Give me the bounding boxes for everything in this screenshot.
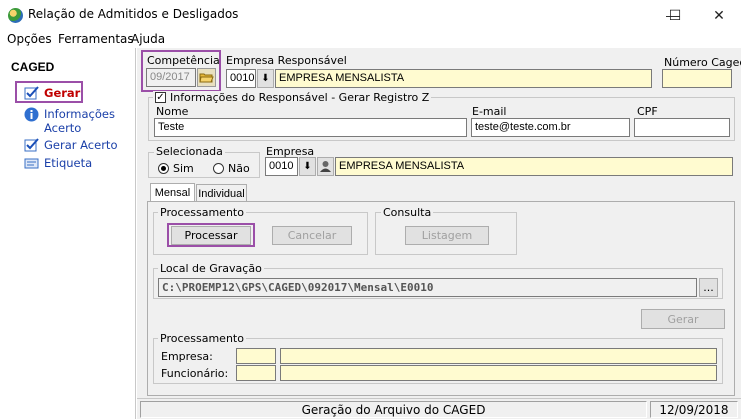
cancelar-button[interactable]: Cancelar: [272, 226, 352, 245]
gerar-button[interactable]: Gerar: [641, 309, 725, 329]
folder-open-icon: [199, 73, 214, 83]
sidebar-item-gerar-acerto[interactable]: Gerar Acerto: [44, 138, 117, 152]
gravacao-label: Local de Gravação: [158, 262, 264, 275]
responsavel-group-header: ✓ Informações do Responsável - Gerar Reg…: [153, 91, 432, 104]
sidebar-item-informacoes-line2[interactable]: Acerto: [44, 121, 81, 135]
funcionario-progress-label: Funcionário:: [161, 367, 229, 380]
consulta-label: Consulta: [381, 206, 434, 219]
menu-opcoes[interactable]: Opções: [7, 32, 52, 46]
empresa-progress-count: [236, 348, 276, 364]
empresa-name-field[interactable]: EMPRESA MENSALISTA: [335, 157, 733, 176]
processamento-label: Processamento: [158, 206, 246, 219]
info-icon: [24, 107, 39, 122]
menu-bar: Opções Ferramentas Ajuda: [0, 30, 741, 48]
selecionada-nao-label: Não: [228, 162, 250, 175]
responsavel-checkbox[interactable]: ✓: [155, 92, 166, 103]
empresa-dropdown[interactable]: ⬇: [299, 157, 316, 176]
cpf-field[interactable]: [634, 118, 730, 137]
empresa-responsavel-dropdown[interactable]: ⬇: [257, 69, 274, 88]
tab-individual[interactable]: Individual: [196, 184, 247, 202]
sidebar-item-gerar[interactable]: Gerar: [44, 86, 80, 100]
download-arrow-icon: ⬇: [261, 73, 270, 84]
competencia-label: Competência: [147, 54, 220, 67]
processamento2-label: Processamento: [158, 332, 246, 345]
sidebar-title: CAGED: [11, 60, 55, 74]
funcionario-progress-count: [236, 365, 276, 381]
funcionario-progress-name: [280, 365, 717, 381]
title-bar: Relação de Admitidos e Desligados — ☐ ✕: [0, 0, 741, 30]
menu-ferramentas[interactable]: Ferramentas: [58, 32, 134, 46]
empresa-responsavel-code[interactable]: 0010: [226, 69, 256, 88]
nome-field[interactable]: Teste: [154, 118, 467, 137]
selecionada-label: Selecionada: [154, 145, 225, 158]
person-search-icon: [320, 161, 331, 172]
checkmark-icon: [24, 86, 39, 100]
email-field[interactable]: teste@teste.com.br: [471, 118, 630, 137]
window-title: Relação de Admitidos e Desligados: [28, 7, 239, 21]
numero-caged-field[interactable]: [662, 69, 732, 88]
menu-ajuda[interactable]: Ajuda: [131, 32, 165, 46]
status-bar: Geração do Arquivo do CAGED 12/09/2018: [137, 398, 741, 419]
listagem-button[interactable]: Listagem: [405, 226, 489, 245]
selecionada-sim-label: Sim: [173, 162, 194, 175]
selecionada-sim-radio[interactable]: [158, 163, 169, 174]
selecionada-nao-radio[interactable]: [213, 163, 224, 174]
status-date: 12/09/2018: [650, 401, 738, 418]
empresa-responsavel-name[interactable]: EMPRESA MENSALISTA: [275, 69, 652, 88]
empresa-responsavel-label: Empresa Responsável: [226, 54, 347, 67]
responsavel-group-title: Informações do Responsável - Gerar Regis…: [170, 91, 430, 104]
sidebar: CAGED Gerar Informações Acerto Gerar Ace…: [0, 48, 136, 419]
empresa-search-button[interactable]: [317, 157, 334, 176]
cpf-label: CPF: [637, 105, 658, 118]
sidebar-item-informacoes[interactable]: Informações: [44, 107, 115, 121]
gravacao-path-field[interactable]: C:\PROEMP12\GPS\CAGED\092017\Mensal\E001…: [158, 278, 697, 297]
checkmark-icon: [24, 138, 39, 152]
sidebar-item-etiqueta[interactable]: Etiqueta: [44, 156, 92, 170]
empresa-code-field[interactable]: 0010: [265, 157, 298, 176]
email-label: E-mail: [472, 105, 507, 118]
empresa-progress-label: Empresa:: [161, 350, 213, 363]
download-arrow-icon: ⬇: [303, 161, 312, 172]
label-icon: [24, 158, 39, 169]
empresa-progress-name: [280, 348, 717, 364]
close-button[interactable]: ✕: [696, 0, 741, 30]
app-icon: [8, 8, 23, 23]
maximize-button[interactable]: ☐: [652, 0, 698, 30]
browse-button[interactable]: ...: [699, 278, 718, 297]
processar-button[interactable]: Processar: [171, 226, 251, 245]
nome-label: Nome: [156, 105, 189, 118]
numero-caged-label: Número Caged: [664, 56, 741, 69]
status-message: Geração do Arquivo do CAGED: [140, 401, 647, 418]
folder-open-button[interactable]: [197, 68, 216, 87]
tab-mensal[interactable]: Mensal: [150, 183, 195, 202]
competencia-field[interactable]: 09/2017: [146, 68, 196, 87]
